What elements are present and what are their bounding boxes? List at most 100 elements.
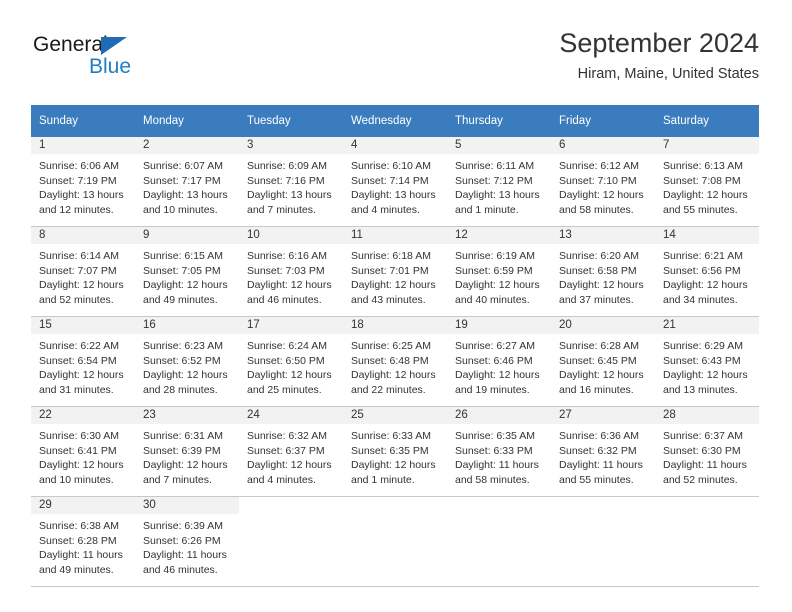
day-details: Sunrise: 6:31 AM Sunset: 6:39 PM Dayligh… — [135, 424, 239, 487]
calendar-day-cell[interactable]: 4 Sunrise: 6:10 AM Sunset: 7:14 PM Dayli… — [343, 137, 447, 227]
daylight-text-line1: Daylight: 12 hours — [559, 189, 644, 202]
calendar-day-cell[interactable]: 28 Sunrise: 6:37 AM Sunset: 6:30 PM Dayl… — [655, 406, 759, 497]
calendar-day-cell[interactable]: 26 Sunrise: 6:35 AM Sunset: 6:33 PM Dayl… — [447, 406, 551, 497]
sunrise-text: Sunrise: 6:12 AM — [559, 160, 639, 172]
calendar-day-cell-empty — [447, 496, 551, 587]
day-number: 15 — [31, 317, 135, 334]
day-cell-inner: 4 Sunrise: 6:10 AM Sunset: 7:14 PM Dayli… — [343, 137, 447, 226]
calendar-day-cell[interactable]: 30 Sunrise: 6:39 AM Sunset: 6:26 PM Dayl… — [135, 496, 239, 587]
daylight-text-line1: Daylight: 12 hours — [39, 369, 124, 382]
day-cell-inner: 20 Sunrise: 6:28 AM Sunset: 6:45 PM Dayl… — [551, 317, 655, 406]
day-number — [447, 497, 551, 514]
daylight-text-line2: and 12 minutes. — [39, 203, 114, 216]
daylight-text-line1: Daylight: 11 hours — [559, 459, 643, 472]
day-number: 26 — [447, 407, 551, 424]
daylight-text-line2: and 46 minutes. — [143, 563, 218, 576]
day-number: 27 — [551, 407, 655, 424]
weekday-header-wednesday: Wednesday — [343, 105, 447, 137]
calendar-day-cell[interactable]: 14 Sunrise: 6:21 AM Sunset: 6:56 PM Dayl… — [655, 226, 759, 317]
day-cell-inner: 27 Sunrise: 6:36 AM Sunset: 6:32 PM Dayl… — [551, 407, 655, 496]
day-cell-inner: 12 Sunrise: 6:19 AM Sunset: 6:59 PM Dayl… — [447, 227, 551, 316]
general-blue-logo[interactable]: General Blue — [33, 34, 233, 90]
calendar-day-cell[interactable]: 5 Sunrise: 6:11 AM Sunset: 7:12 PM Dayli… — [447, 137, 551, 227]
day-number: 12 — [447, 227, 551, 244]
day-number — [343, 497, 447, 514]
logo-text-blue: Blue — [89, 55, 132, 78]
daylight-text-line2: and 10 minutes. — [39, 473, 114, 486]
day-number: 28 — [655, 407, 759, 424]
daylight-text-line1: Daylight: 12 hours — [351, 369, 436, 382]
sunset-text: Sunset: 6:56 PM — [663, 264, 741, 277]
daylight-text-line2: and 7 minutes. — [143, 473, 212, 486]
day-number: 1 — [31, 137, 135, 154]
sunset-text: Sunset: 6:26 PM — [143, 534, 221, 547]
daylight-text-line1: Daylight: 12 hours — [247, 459, 332, 472]
calendar-day-cell[interactable]: 3 Sunrise: 6:09 AM Sunset: 7:16 PM Dayli… — [239, 137, 343, 227]
sunset-text: Sunset: 6:46 PM — [455, 354, 533, 367]
sunset-text: Sunset: 6:33 PM — [455, 444, 533, 457]
daylight-text-line1: Daylight: 12 hours — [455, 279, 540, 292]
sunrise-text: Sunrise: 6:09 AM — [247, 160, 327, 172]
calendar-day-cell[interactable]: 11 Sunrise: 6:18 AM Sunset: 7:01 PM Dayl… — [343, 226, 447, 317]
sunset-text: Sunset: 6:45 PM — [559, 354, 637, 367]
calendar-day-cell[interactable]: 22 Sunrise: 6:30 AM Sunset: 6:41 PM Dayl… — [31, 406, 135, 497]
calendar-day-cell[interactable]: 2 Sunrise: 6:07 AM Sunset: 7:17 PM Dayli… — [135, 137, 239, 227]
day-details: Sunrise: 6:24 AM Sunset: 6:50 PM Dayligh… — [239, 334, 343, 397]
weekday-header-sunday: Sunday — [31, 105, 135, 137]
daylight-text-line1: Daylight: 12 hours — [663, 369, 748, 382]
sunrise-text: Sunrise: 6:16 AM — [247, 250, 327, 262]
day-number: 17 — [239, 317, 343, 334]
day-cell-inner: 11 Sunrise: 6:18 AM Sunset: 7:01 PM Dayl… — [343, 227, 447, 316]
calendar-day-cell[interactable]: 23 Sunrise: 6:31 AM Sunset: 6:39 PM Dayl… — [135, 406, 239, 497]
calendar-page: General Blue September 2024 Hiram, Maine… — [0, 0, 792, 612]
calendar-day-cell[interactable]: 27 Sunrise: 6:36 AM Sunset: 6:32 PM Dayl… — [551, 406, 655, 497]
day-number: 14 — [655, 227, 759, 244]
calendar-day-cell[interactable]: 17 Sunrise: 6:24 AM Sunset: 6:50 PM Dayl… — [239, 316, 343, 407]
calendar-day-cell[interactable]: 21 Sunrise: 6:29 AM Sunset: 6:43 PM Dayl… — [655, 316, 759, 407]
calendar-day-cell[interactable]: 13 Sunrise: 6:20 AM Sunset: 6:58 PM Dayl… — [551, 226, 655, 317]
day-number — [655, 497, 759, 514]
day-details: Sunrise: 6:35 AM Sunset: 6:33 PM Dayligh… — [447, 424, 551, 487]
day-details: Sunrise: 6:29 AM Sunset: 6:43 PM Dayligh… — [655, 334, 759, 397]
calendar-day-cell[interactable]: 1 Sunrise: 6:06 AM Sunset: 7:19 PM Dayli… — [31, 137, 135, 227]
sunrise-text: Sunrise: 6:20 AM — [559, 250, 639, 262]
day-details: Sunrise: 6:25 AM Sunset: 6:48 PM Dayligh… — [343, 334, 447, 397]
calendar-day-cell[interactable]: 29 Sunrise: 6:38 AM Sunset: 6:28 PM Dayl… — [31, 496, 135, 587]
calendar-day-cell[interactable]: 25 Sunrise: 6:33 AM Sunset: 6:35 PM Dayl… — [343, 406, 447, 497]
calendar-day-cell[interactable]: 18 Sunrise: 6:25 AM Sunset: 6:48 PM Dayl… — [343, 316, 447, 407]
day-cell-inner — [655, 497, 759, 586]
day-cell-inner: 21 Sunrise: 6:29 AM Sunset: 6:43 PM Dayl… — [655, 317, 759, 406]
sunset-text: Sunset: 7:05 PM — [143, 264, 221, 277]
calendar-day-cell[interactable]: 19 Sunrise: 6:27 AM Sunset: 6:46 PM Dayl… — [447, 316, 551, 407]
calendar-day-cell[interactable]: 24 Sunrise: 6:32 AM Sunset: 6:37 PM Dayl… — [239, 406, 343, 497]
calendar-day-cell-empty — [343, 496, 447, 587]
sunrise-text: Sunrise: 6:07 AM — [143, 160, 223, 172]
calendar-day-cell[interactable]: 6 Sunrise: 6:12 AM Sunset: 7:10 PM Dayli… — [551, 137, 655, 227]
daylight-text-line1: Daylight: 13 hours — [143, 189, 228, 202]
day-number: 11 — [343, 227, 447, 244]
calendar-day-cell[interactable]: 16 Sunrise: 6:23 AM Sunset: 6:52 PM Dayl… — [135, 316, 239, 407]
day-details: Sunrise: 6:11 AM Sunset: 7:12 PM Dayligh… — [447, 154, 551, 217]
calendar-day-cell[interactable]: 9 Sunrise: 6:15 AM Sunset: 7:05 PM Dayli… — [135, 226, 239, 317]
daylight-text-line2: and 1 minute. — [351, 473, 415, 486]
day-cell-inner: 17 Sunrise: 6:24 AM Sunset: 6:50 PM Dayl… — [239, 317, 343, 406]
daylight-text-line1: Daylight: 12 hours — [39, 279, 124, 292]
sunset-text: Sunset: 7:14 PM — [351, 174, 429, 187]
calendar-day-cell[interactable]: 15 Sunrise: 6:22 AM Sunset: 6:54 PM Dayl… — [31, 316, 135, 407]
calendar-day-cell[interactable]: 8 Sunrise: 6:14 AM Sunset: 7:07 PM Dayli… — [31, 226, 135, 317]
day-number — [551, 497, 655, 514]
sunrise-text: Sunrise: 6:24 AM — [247, 340, 327, 352]
calendar-day-cell[interactable]: 7 Sunrise: 6:13 AM Sunset: 7:08 PM Dayli… — [655, 137, 759, 227]
day-number: 19 — [447, 317, 551, 334]
calendar-day-cell[interactable]: 10 Sunrise: 6:16 AM Sunset: 7:03 PM Dayl… — [239, 226, 343, 317]
sunrise-text: Sunrise: 6:15 AM — [143, 250, 223, 262]
daylight-text-line1: Daylight: 12 hours — [455, 369, 540, 382]
day-cell-inner: 19 Sunrise: 6:27 AM Sunset: 6:46 PM Dayl… — [447, 317, 551, 406]
daylight-text-line1: Daylight: 12 hours — [143, 369, 228, 382]
day-cell-inner: 25 Sunrise: 6:33 AM Sunset: 6:35 PM Dayl… — [343, 407, 447, 496]
calendar-day-cell[interactable]: 12 Sunrise: 6:19 AM Sunset: 6:59 PM Dayl… — [447, 226, 551, 317]
sunrise-text: Sunrise: 6:25 AM — [351, 340, 431, 352]
calendar-day-cell[interactable]: 20 Sunrise: 6:28 AM Sunset: 6:45 PM Dayl… — [551, 316, 655, 407]
sunrise-text: Sunrise: 6:13 AM — [663, 160, 743, 172]
sunset-text: Sunset: 7:16 PM — [247, 174, 325, 187]
